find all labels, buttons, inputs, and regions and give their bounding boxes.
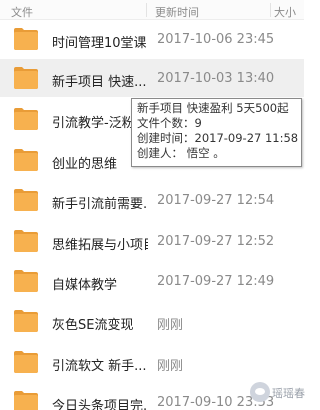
watermark: 瑶瑶春 <box>250 380 305 406</box>
watermark-text: 瑶瑶春 <box>272 387 305 400</box>
file-row[interactable]: 时间管理10堂课 2017-10-06 23:45 <box>0 21 304 59</box>
file-time: 刚刚 <box>157 359 184 374</box>
file-name: 新手项目 快速... <box>52 75 147 90</box>
file-time: 2017-09-27 12:54 <box>157 193 275 208</box>
list-header: 文件 更新时间 大小 <box>0 0 304 20</box>
file-name: 灰色SE流变现 <box>52 318 134 333</box>
file-name: 今日头条项目完... <box>52 399 148 410</box>
folder-icon <box>13 308 39 333</box>
folder-icon <box>13 147 39 172</box>
file-row[interactable]: 自媒体教学 2017-09-27 12:49 <box>0 261 304 299</box>
file-name: 自媒体教学 <box>52 278 118 293</box>
column-header-time[interactable]: 更新时间 <box>155 4 199 20</box>
column-divider[interactable] <box>270 3 271 17</box>
column-header-name[interactable]: 文件 <box>11 4 33 20</box>
file-time: 2017-10-06 23:45 <box>157 32 275 47</box>
folder-icon <box>13 65 39 90</box>
folder-icon <box>13 228 39 253</box>
watermark-logo-icon <box>250 382 270 402</box>
file-row[interactable]: 新手引流前需要... 2017-09-27 12:54 <box>0 181 304 219</box>
file-row-selected[interactable]: 新手项目 快速... 2017-10-03 13:40 <box>0 59 304 97</box>
file-row[interactable]: 灰色SE流变现 刚刚 <box>0 303 304 341</box>
folder-icon <box>13 26 39 51</box>
tooltip-file-count: 文件个数：9 <box>137 116 202 130</box>
file-row[interactable]: 思维拓展与小项目 2017-09-27 12:52 <box>0 221 304 259</box>
file-name: 思维拓展与小项目 <box>52 238 148 253</box>
file-name: 新手引流前需要... <box>52 197 148 212</box>
file-name: 引流软文 新手... <box>52 359 147 374</box>
file-time: 2017-10-03 13:40 <box>157 71 275 86</box>
folder-icon <box>13 389 39 410</box>
file-time: 刚刚 <box>157 318 184 333</box>
folder-icon <box>13 187 39 212</box>
tooltip-created-time: 创建时间：2017-09-27 11:58 <box>137 131 299 145</box>
column-divider[interactable] <box>146 3 147 17</box>
file-row[interactable]: 引流软文 新手... 刚刚 <box>0 343 304 381</box>
column-header-size[interactable]: 大小 <box>274 4 296 20</box>
folder-icon <box>13 268 39 293</box>
folder-icon <box>13 349 39 374</box>
folder-icon <box>13 106 39 131</box>
file-name: 创业的思维 <box>52 157 118 172</box>
file-time: 2017-09-27 12:49 <box>157 274 275 289</box>
folder-info-tooltip: 新手项目 快速盈利 5天500起 文件个数：9 创建时间：2017-09-27 … <box>131 98 302 167</box>
file-time: 2017-09-27 12:52 <box>157 234 275 249</box>
tooltip-creator: 创建人： 悟空 。 <box>137 146 225 160</box>
tooltip-title: 新手项目 快速盈利 5天500起 <box>137 101 289 115</box>
file-name: 时间管理10堂课 <box>52 36 147 51</box>
